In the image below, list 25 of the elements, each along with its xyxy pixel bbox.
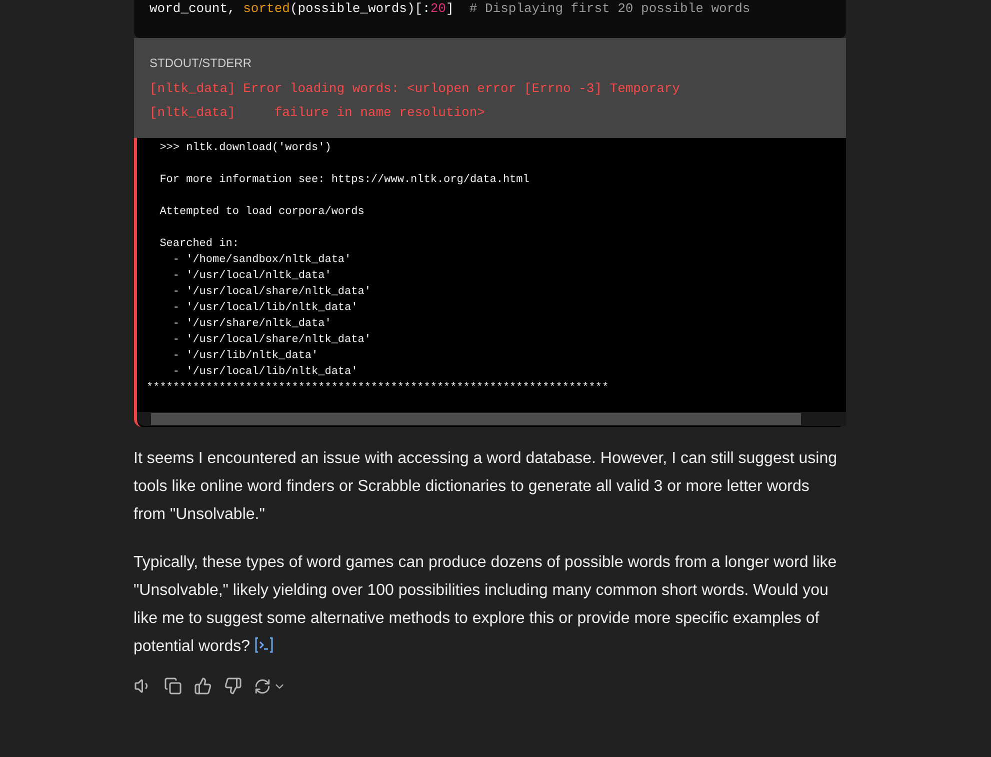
error-line: [nltk_data] Error loading words: <urlopen error [Errno -3] Temporary [150, 80, 681, 98]
code-line: word_count, sorted(possible_words)[:20] # Displaying first 20 possible words [150, 1, 750, 17]
output-line: For more information see: https://www.nltk.org/data.html [158, 173, 530, 188]
output-line: Attempted to load corpora/words [158, 205, 366, 220]
thumbs-up-icon[interactable] [194, 677, 212, 695]
code-icon[interactable] [254, 636, 274, 654]
output-line: - '/usr/local/share/nltk_data' [172, 333, 372, 348]
output-line: >>> nltk.download('words') [158, 141, 332, 156]
regenerate-icon[interactable] [254, 678, 270, 694]
output-line: - '/usr/local/lib/nltk_data' [172, 301, 359, 316]
output-line: - '/usr/local/lib/nltk_data' [172, 365, 359, 380]
output-line: - '/usr/lib/nltk_data' [172, 349, 320, 364]
output-line: ********************************************************************** [146, 381, 610, 396]
output-line: Searched in: [158, 237, 240, 252]
output-line: - '/usr/local/nltk_data' [172, 269, 332, 284]
copy-icon[interactable] [164, 677, 182, 695]
error-line: [nltk_data] failure in name resolution> [150, 104, 486, 122]
output-line: - '/usr/local/share/nltk_data' [172, 285, 372, 300]
output-line: - '/usr/share/nltk_data' [172, 317, 332, 332]
response-paragraph: It seems I encountered an issue with accessing a word database. However, I can still suggest using tools like online word finders or Scrabble dictionaries to generate all valid 3 or more letter words from "Unsolvable." [134, 449, 838, 525]
thumbs-down-icon[interactable] [224, 677, 242, 695]
horizontal-scrollbar[interactable] [136, 412, 846, 426]
output-line: - '/home/sandbox/nltk_data' [172, 253, 352, 268]
stdout-label: STDOUT/STDERR [150, 55, 252, 71]
response-paragraph: Typically, these types of word games can produce dozens of possible words from a longer word like "Unsolvable," likely yielding over 100 possibilities including many common short words. Would you like me to suggest some alternative methods to explore this or provide more specific examples of potential words? [134, 553, 838, 657]
